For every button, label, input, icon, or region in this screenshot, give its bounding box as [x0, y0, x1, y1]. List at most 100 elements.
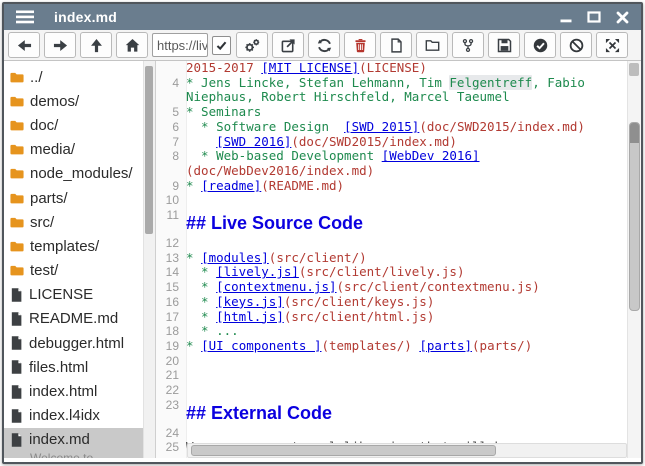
markdown-link[interactable]: [readme] [201, 178, 261, 193]
markdown-link[interactable]: [WebDev 2016] [382, 148, 480, 163]
sidebar-item-debugger.html[interactable]: debugger.html [4, 331, 143, 355]
code-text: (src/client/keys.js) [284, 294, 435, 309]
gears-icon [244, 38, 261, 53]
vertical-scrollbar-thumb[interactable] [629, 122, 640, 311]
sidebar-scrollbar[interactable] [143, 61, 155, 458]
home-icon [125, 38, 140, 53]
sidebar-item-index.l4idx[interactable]: index.l4idx [4, 404, 143, 428]
editor-line[interactable]: 14 * [lively.js](src/client/lively.js) [156, 265, 628, 280]
new-folder-button[interactable] [416, 32, 448, 58]
hamburger-menu-icon[interactable] [16, 10, 34, 24]
sidebar-item-..[interactable]: ../ [4, 65, 143, 89]
sidebar-item-label: ../ [30, 69, 43, 86]
url-input[interactable] [152, 33, 208, 57]
file-icon [9, 359, 24, 375]
editor-line[interactable]: 24 [156, 426, 628, 441]
markdown-link[interactable]: [SWD 2015] [344, 119, 419, 134]
sidebar-item-test[interactable]: test/ [4, 259, 143, 283]
editor-line[interactable]: 15 * [contextmenu.js](src/client/context… [156, 280, 628, 295]
new-file-button[interactable] [380, 32, 412, 58]
sidebar-item-files.html[interactable]: files.html [4, 355, 143, 379]
sidebar-item-label: src/ [30, 214, 54, 231]
editor-line[interactable]: 10 [156, 193, 628, 208]
sidebar-item-src[interactable]: src/ [4, 210, 143, 234]
editor-line[interactable]: (doc/WebDev2016/index.md) [156, 164, 628, 179]
sidebar-item-node-modules[interactable]: node_modules/ [4, 162, 143, 186]
code-text: * Jens Lincke, Stefan Lehmann, Tim [186, 75, 449, 90]
open-external-button[interactable] [272, 32, 304, 58]
editor-line[interactable]: 19* [UI components ](templates/) [parts]… [156, 339, 628, 354]
editor-line[interactable]: 5* Seminars [156, 105, 628, 120]
save-button[interactable] [488, 32, 520, 58]
editor-line[interactable]: 12 [156, 236, 628, 251]
markdown-link[interactable]: [modules] [201, 250, 269, 265]
editor-line[interactable]: 8 * Web-based Development [WebDev 2016] [156, 149, 628, 164]
reload-button[interactable] [308, 32, 340, 58]
editor-line[interactable]: 16 * [keys.js](src/client/keys.js) [156, 295, 628, 310]
editor-line[interactable]: 22 [156, 383, 628, 398]
markdown-link[interactable]: [lively.js] [216, 264, 299, 279]
cancel-button[interactable] [560, 32, 592, 58]
sidebar-item-index.md[interactable]: index.md [4, 428, 143, 452]
editor-line[interactable]: 13* [modules](src/client/) [156, 251, 628, 266]
folder-icon [9, 191, 25, 206]
sidebar-item-index.html[interactable]: index.html [4, 379, 143, 403]
markdown-link[interactable]: [keys.js] [216, 294, 284, 309]
maximize-icon[interactable] [587, 11, 601, 23]
toolbar-checkbox[interactable] [212, 36, 231, 55]
editor-line[interactable]: 21 [156, 368, 628, 383]
settings-button[interactable] [236, 32, 268, 58]
up-button[interactable] [80, 32, 112, 58]
sidebar-item-label: media/ [30, 141, 75, 158]
sidebar-item-media[interactable]: media/ [4, 138, 143, 162]
versions-button[interactable] [452, 32, 484, 58]
sidebar-item-label: files.html [29, 359, 88, 376]
editor-line[interactable]: 18 * ... [156, 324, 628, 339]
sidebar-item-templates[interactable]: templates/ [4, 234, 143, 258]
editor-line[interactable]: 20 [156, 354, 628, 369]
minimize-icon[interactable] [560, 11, 572, 23]
editor-line[interactable]: 17 * [html.js](src/client/html.js) [156, 310, 628, 325]
editor-line[interactable]: 7 [SWD 2016](doc/SWD2015/index.md) [156, 135, 628, 150]
horizontal-scrollbar-thumb[interactable] [191, 445, 496, 456]
editor-line[interactable]: 23## External Code [156, 398, 628, 426]
markdown-link[interactable]: [UI components ] [201, 338, 321, 353]
sidebar-item-LICENSE[interactable]: LICENSE [4, 283, 143, 307]
editor-line[interactable]: 9* [readme](README.md) [156, 179, 628, 194]
fullscreen-button[interactable] [596, 32, 628, 58]
markdown-link[interactable]: [html.js] [216, 309, 284, 324]
editor-line[interactable]: 11## Live Source Code [156, 208, 628, 236]
back-button[interactable] [8, 32, 40, 58]
forward-button[interactable] [44, 32, 76, 58]
sidebar-item-label: index.html [29, 383, 97, 400]
sidebar-item-parts[interactable]: parts/ [4, 186, 143, 210]
sidebar-item-demos[interactable]: demos/ [4, 89, 143, 113]
sidebar-item-doc[interactable]: doc/ [4, 113, 143, 137]
line-number: 10 [156, 193, 186, 208]
vertical-scrollbar-top-thumb[interactable] [629, 63, 639, 76]
code-text: * [186, 178, 201, 193]
home-button[interactable] [116, 32, 148, 58]
editor-line[interactable]: 2015-2017 [MIT LICENSE](LICENSE) [156, 61, 628, 76]
sidebar-item-label: templates/ [30, 238, 99, 255]
folder-icon [9, 191, 25, 206]
folder-icon [9, 94, 25, 109]
accept-button[interactable] [524, 32, 556, 58]
horizontal-scrollbar[interactable] [187, 443, 627, 458]
delete-button[interactable] [344, 32, 376, 58]
markdown-editor[interactable]: 2015-2017 [MIT LICENSE](LICENSE)4* Jens … [156, 61, 641, 458]
sidebar-item-label: doc/ [30, 117, 58, 134]
markdown-link[interactable]: [SWD 2016] [216, 134, 291, 149]
markdown-link[interactable]: [parts] [419, 338, 472, 353]
close-icon[interactable] [616, 11, 629, 24]
editor-line[interactable]: 6 * Software Design [SWD 2015](doc/SWD20… [156, 120, 628, 135]
line-number: 14 [156, 265, 186, 280]
markdown-link[interactable]: [MIT LICENSE] [261, 61, 359, 75]
editor-line[interactable]: Niephaus, Robert Hirschfeld, Marcel Taeu… [156, 90, 628, 105]
markdown-link[interactable]: [contextmenu.js] [216, 279, 336, 294]
editor-line[interactable]: 4* Jens Lincke, Stefan Lehmann, Tim Felg… [156, 76, 628, 91]
vertical-scrollbar[interactable] [627, 61, 641, 458]
sidebar-item-README.md[interactable]: README.md [4, 307, 143, 331]
sidebar-scrollbar-thumb[interactable] [145, 66, 153, 234]
app-window: index.md [2, 2, 643, 464]
